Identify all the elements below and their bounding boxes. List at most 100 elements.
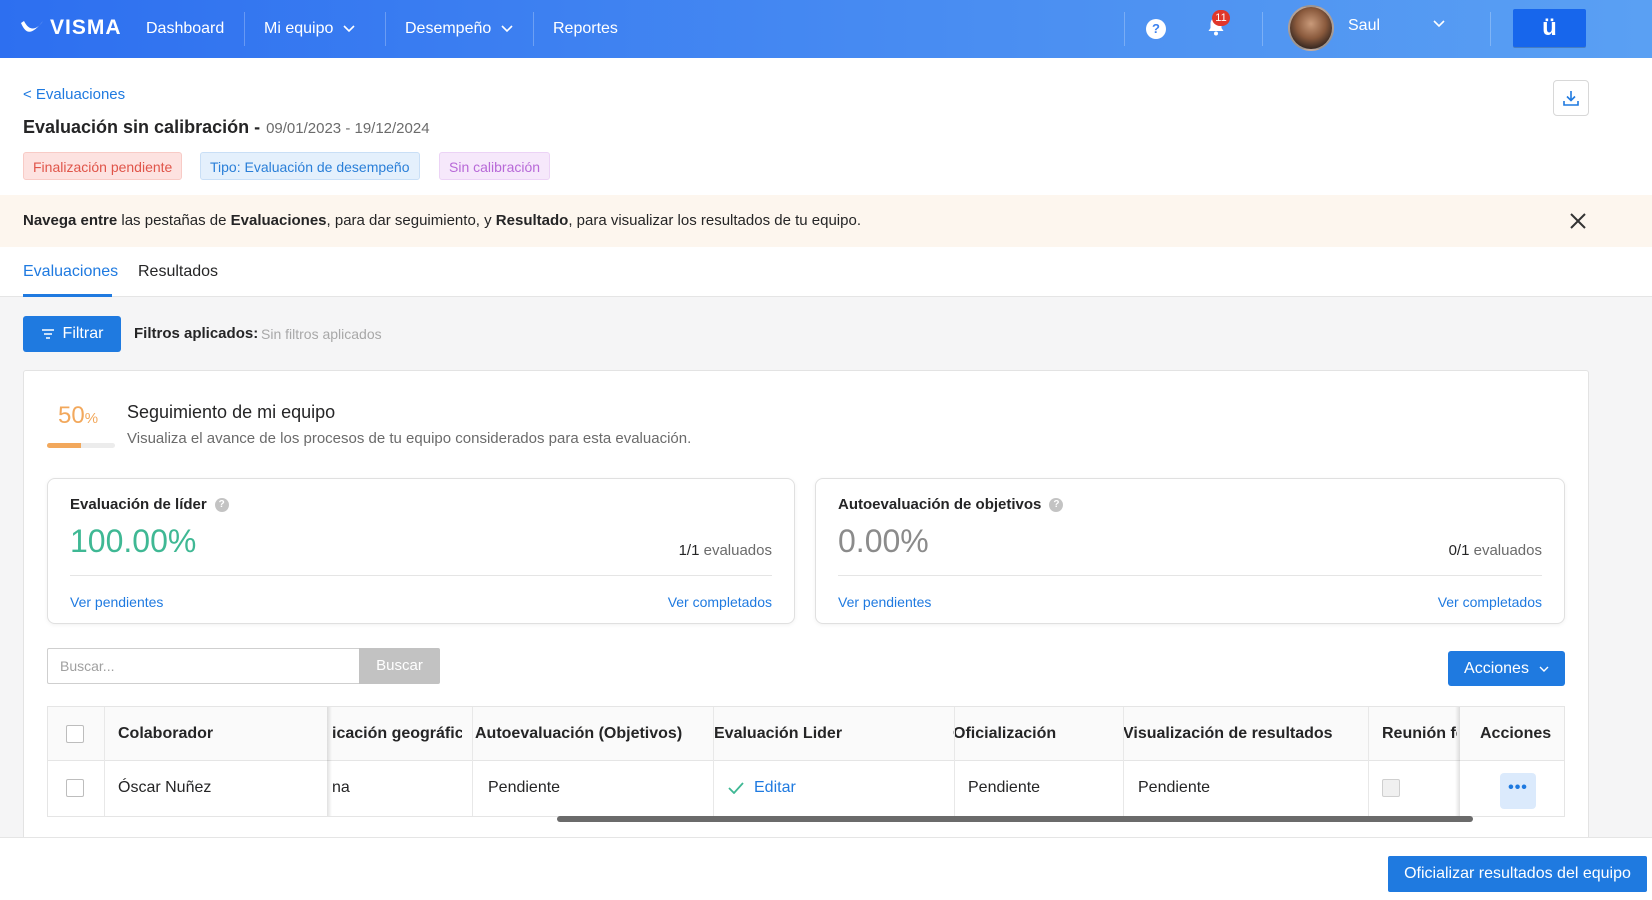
chevron-down-icon <box>501 25 513 33</box>
column-header-autoevaluacion[interactable]: Autoevaluación (Objetivos) <box>475 707 695 761</box>
cell-visualizacion: Pendiente <box>1138 779 1211 796</box>
close-icon[interactable] <box>1569 212 1587 230</box>
meeting-checkbox <box>1382 779 1400 797</box>
kpi-count: 0/1 evaluados <box>1448 542 1542 559</box>
view-completed-link[interactable]: Ver completados <box>668 594 772 610</box>
nav-item-label: Desempeño <box>405 20 492 37</box>
user-avatar[interactable] <box>1288 5 1334 51</box>
app-logo-icon: ü <box>1542 14 1557 41</box>
divider <box>838 575 1542 576</box>
actions-button-label: Acciones <box>1464 659 1529 677</box>
info-banner-text: Navega entre las pestañas de Evaluacione… <box>23 212 861 229</box>
actions-dropdown-button[interactable]: Acciones <box>1448 651 1565 686</box>
tab-evaluaciones[interactable]: Evaluaciones <box>23 263 118 281</box>
user-name[interactable]: Saul <box>1348 17 1380 35</box>
column-header-oficializacion[interactable]: Oficialización <box>953 707 1103 761</box>
column-header-visualizacion[interactable]: Visualización de resultados ? <box>1123 707 1333 761</box>
tab-resultados[interactable]: Resultados <box>138 263 218 281</box>
back-link[interactable]: < Evaluaciones <box>23 86 125 103</box>
evaluations-table: Colaborador icación geográfica Autoevalu… <box>47 706 1565 817</box>
fixed-column-shadow <box>1455 707 1460 816</box>
column-divider <box>1123 707 1124 816</box>
search-button[interactable]: Buscar <box>359 648 440 684</box>
evaluation-name: Evaluación sin calibración - <box>23 117 261 137</box>
nav-divider <box>1124 12 1125 46</box>
calibration-badge: Sin calibración <box>439 152 551 180</box>
chevron-down-icon[interactable] <box>1433 20 1445 28</box>
info-icon[interactable]: ? <box>1049 497 1064 512</box>
progress-percent: 50% <box>58 402 99 429</box>
column-divider <box>954 707 955 816</box>
kpi-value: 100.00% <box>70 523 197 559</box>
column-divider <box>104 707 105 816</box>
download-icon <box>1563 91 1579 106</box>
fixed-column-shadow <box>327 707 332 816</box>
row-actions-button[interactable]: ••• <box>1500 773 1536 809</box>
help-icon[interactable]: ? <box>1146 19 1166 39</box>
kpi-title: Autoevaluación de objetivos? <box>838 496 1064 513</box>
cell-ubicacion: na <box>332 779 350 796</box>
column-header-evaluacion-lider[interactable]: Evaluación Lider <box>714 707 934 761</box>
nav-item-mi-equipo[interactable]: Mi equipo <box>244 0 375 58</box>
visma-swoosh-icon <box>21 21 43 32</box>
chevron-down-icon <box>1539 666 1549 672</box>
kpi-card-self-evaluation: Autoevaluación de objetivos? 0.00% 0/1 e… <box>815 478 1565 624</box>
column-divider <box>472 707 473 816</box>
kpi-card-leader-evaluation: Evaluación de líder? 100.00% 1/1 evaluad… <box>47 478 795 624</box>
brand-name: VISMA <box>50 16 122 39</box>
info-banner: Navega entre las pestañas de Evaluacione… <box>0 195 1652 247</box>
officialize-results-button[interactable]: Oficializar resultados del equipo <box>1388 856 1647 892</box>
evaluation-dates: 09/01/2023 - 19/12/2024 <box>266 120 430 137</box>
filter-button[interactable]: Filtrar <box>23 316 121 352</box>
search-input[interactable] <box>47 648 359 684</box>
kpi-title: Evaluación de líder? <box>70 496 229 513</box>
divider <box>70 575 772 576</box>
nav-item-label: Reportes <box>553 20 618 37</box>
cell-autoevaluacion: Pendiente <box>488 779 561 796</box>
info-icon[interactable]: ? <box>214 497 229 512</box>
nav-item-desempeno[interactable]: Desempeño <box>385 0 533 58</box>
tracking-subtitle: Visualiza el avance de los procesos de t… <box>127 430 692 447</box>
row-checkbox[interactable] <box>66 779 84 797</box>
top-navbar: VISMA Dashboard Mi equipo Desempeño Repo… <box>0 0 1652 58</box>
column-header-acciones: Acciones <box>1480 725 1552 742</box>
column-header-reunion[interactable]: Reunión fe <box>1382 707 1457 761</box>
progress-bar-fill <box>47 443 81 448</box>
select-all-checkbox[interactable] <box>66 725 84 743</box>
kpi-count: 1/1 evaluados <box>678 542 772 559</box>
cell-oficializacion: Pendiente <box>968 779 1041 796</box>
view-pending-link[interactable]: Ver pendientes <box>70 594 163 610</box>
nav-item-dashboard[interactable]: Dashboard <box>126 0 244 58</box>
applied-filters-value: Sin filtros aplicados <box>261 326 382 342</box>
check-icon <box>728 782 744 794</box>
column-header-colaborador[interactable]: Colaborador <box>118 707 318 761</box>
type-badge: Tipo: Evaluación de desempeño <box>200 152 420 180</box>
progress-bar <box>47 443 115 448</box>
nav-divider <box>1262 12 1263 46</box>
kpi-value: 0.00% <box>838 523 929 559</box>
nav-item-label: Dashboard <box>146 20 225 37</box>
cell-evaluacion-lider: Editar <box>728 761 948 815</box>
column-divider <box>1368 707 1369 816</box>
column-header-ubicacion[interactable]: icación geográfica <box>332 707 462 761</box>
view-completed-link[interactable]: Ver completados <box>1438 594 1542 610</box>
page-title: Evaluación sin calibración - 09/01/2023 -… <box>23 117 430 138</box>
cell-colaborador: Óscar Nuñez <box>118 779 212 796</box>
edit-link[interactable]: Editar <box>728 761 796 815</box>
view-pending-link[interactable]: Ver pendientes <box>838 594 931 610</box>
download-button[interactable] <box>1553 80 1589 116</box>
filter-button-label: Filtrar <box>62 325 104 342</box>
notification-badge: 11 <box>1212 10 1230 26</box>
tracking-title: Seguimiento de mi equipo <box>127 402 336 422</box>
status-badge-pending: Finalización pendiente <box>23 152 183 180</box>
tab-bar: Evaluaciones Resultados <box>0 247 1652 297</box>
horizontal-scrollbar[interactable] <box>557 816 1473 822</box>
applied-filters-label: Filtros aplicados: <box>134 325 259 342</box>
filter-icon <box>41 329 54 339</box>
visma-logo[interactable]: VISMA <box>20 16 122 40</box>
column-divider <box>713 707 714 816</box>
nav-item-reportes[interactable]: Reportes <box>533 0 638 58</box>
app-switcher-button[interactable]: ü <box>1513 9 1586 47</box>
nav-divider <box>1490 12 1491 46</box>
chevron-down-icon <box>343 25 355 33</box>
